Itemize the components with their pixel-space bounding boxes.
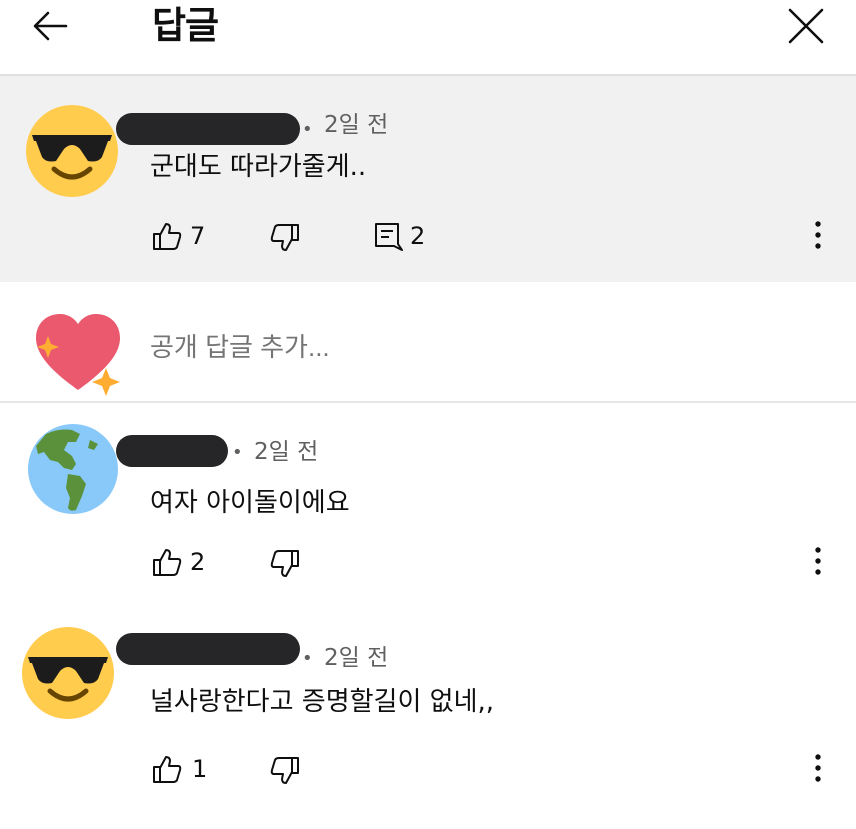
comment-text: 널사랑한다고 증명할길이 없네,, [150, 687, 495, 717]
parent-comment: • 2일 전 군대도 따라가줄게.. 7 2 [0, 76, 856, 282]
separator-dot: • [302, 648, 313, 669]
thumbs-down-icon[interactable] [270, 549, 300, 579]
thumbs-up-icon[interactable] [152, 547, 182, 577]
comment-time: 2일 전 [324, 112, 389, 138]
separator-dot: • [232, 442, 243, 463]
close-icon[interactable] [786, 6, 826, 46]
like-count: 2 [190, 548, 206, 576]
thumbs-up-icon[interactable] [152, 221, 182, 251]
more-options-icon[interactable] [812, 219, 824, 251]
arrow-left-icon[interactable] [30, 6, 70, 46]
reply-input[interactable] [150, 330, 790, 364]
redacted-username [116, 435, 228, 467]
more-options-icon[interactable] [812, 752, 824, 784]
thumbs-up-icon[interactable] [152, 754, 182, 784]
reply-comment: • 2일 전 여자 아이돌이에요 2 [0, 403, 856, 603]
redacted-username [116, 113, 300, 145]
thumbs-down-icon[interactable] [270, 756, 300, 786]
globe-americas-emoji-avatar[interactable] [28, 424, 118, 514]
comment-text: 군대도 따라가줄게.. [150, 152, 367, 182]
reply-comment: • 2일 전 널사랑한다고 증명할길이 없네,, 1 [0, 603, 856, 829]
comment-time: 2일 전 [254, 439, 319, 465]
thumbs-down-icon[interactable] [270, 223, 300, 253]
page-title: 답글 [152, 4, 219, 47]
header: 답글 [0, 0, 856, 74]
separator-dot: • [302, 119, 313, 140]
sparkling-heart-icon [30, 310, 126, 400]
redacted-username [116, 633, 300, 665]
more-options-icon[interactable] [812, 545, 824, 577]
reply-box [0, 282, 856, 402]
reply-count: 2 [410, 222, 426, 250]
sunglasses-emoji-avatar[interactable] [22, 627, 114, 719]
sunglasses-emoji-avatar[interactable] [26, 105, 118, 197]
like-count: 7 [190, 222, 206, 250]
comment-text: 여자 아이돌이에요 [150, 488, 350, 518]
comment-time: 2일 전 [324, 645, 389, 671]
reply-comment-icon[interactable] [374, 222, 404, 252]
like-count: 1 [192, 755, 208, 783]
